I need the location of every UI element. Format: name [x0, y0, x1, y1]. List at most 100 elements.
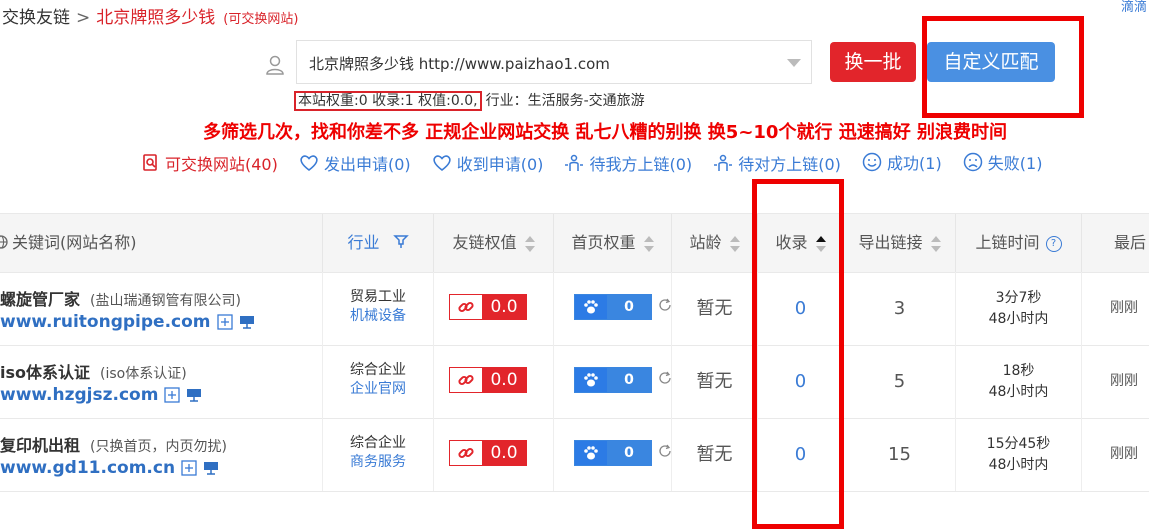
plus-square-icon[interactable] — [164, 387, 181, 403]
link-time-cell: 18秒 48小时内 — [956, 345, 1082, 418]
home-weight-badge: 0 — [574, 440, 652, 466]
home-weight-badge: 0 — [574, 367, 652, 393]
link-time-elapsed: 15分45秒 — [986, 436, 1051, 452]
industry-secondary[interactable]: 企业官网 — [323, 380, 433, 399]
sort-icon — [930, 235, 941, 252]
industry-primary: 综合企业 — [350, 435, 406, 451]
plus-square-icon[interactable] — [216, 314, 233, 330]
monitor-icon[interactable] — [239, 315, 255, 329]
tab-sent[interactable]: 发出申请(0) — [299, 151, 411, 175]
header-link-weight[interactable]: 友链权值 — [434, 214, 554, 272]
slogan-annotation: 多筛选几次，找和你差不多 正规企业网站交换 乱七八糟的别换 换5~10个就行 迅… — [203, 122, 1007, 143]
header-label: 行业 — [347, 233, 380, 252]
home-weight-cell: 0 — [554, 418, 672, 491]
monitor-icon[interactable] — [203, 461, 219, 475]
monitor-icon[interactable] — [186, 388, 202, 402]
last-cell: 刚刚 — [1110, 446, 1138, 462]
header-label: 站龄 — [689, 233, 722, 252]
tab-success[interactable]: 成功(1) — [862, 150, 942, 174]
header-age[interactable]: 站龄 — [672, 214, 758, 272]
industry-secondary[interactable]: 商务服务 — [323, 453, 433, 472]
home-weight-cell: 0 — [554, 272, 672, 345]
site-name[interactable]: 复印机出租 (只换首页，内页勿扰) — [0, 432, 227, 456]
header-outlinks[interactable]: 导出链接 — [844, 214, 956, 272]
link-weight-cell: 0.0 — [434, 272, 554, 345]
tab-exchangeable[interactable]: 可交换网站(40) — [142, 151, 278, 175]
filter-pin-icon — [392, 215, 409, 273]
link-time-cell: 3分7秒 48小时内 — [956, 272, 1082, 345]
site-subtitle: (盐山瑞通钢管有限公司) — [90, 293, 241, 309]
top-right-link[interactable]: 滴滴 — [1121, 0, 1147, 15]
home-weight-cell: 0 — [554, 345, 672, 418]
link-time-elapsed: 3分7秒 — [995, 290, 1042, 306]
site-url-text: www.ruitongpipe.com — [0, 312, 211, 332]
link-weight-badge: 0.0 — [449, 367, 527, 393]
link-time-window: 48小时内 — [988, 384, 1049, 400]
tab-label: 待对方上链(0) — [738, 155, 841, 174]
site-url[interactable]: www.ruitongpipe.com — [0, 312, 255, 332]
outlinks-cell: 15 — [844, 418, 956, 491]
site-name[interactable]: 螺旋管厂家 (盐山瑞通钢管有限公司) — [0, 286, 241, 310]
tab-label: 收到申请(0) — [456, 155, 544, 174]
swap-batch-button[interactable]: 换一批 — [830, 42, 916, 82]
annotation-box-indexed-column — [752, 179, 844, 529]
link-icon — [450, 441, 482, 465]
link-weight-cell: 0.0 — [434, 345, 554, 418]
tab-label: 发出申请(0) — [323, 155, 411, 174]
link-weight-value: 0.0 — [482, 441, 526, 465]
tab-label: 成功(1) — [887, 154, 942, 173]
site-url-text: www.hzgjsz.com — [0, 385, 159, 405]
link-icon — [450, 368, 482, 392]
tab-pending-theirs[interactable]: 待对方上链(0) — [713, 151, 841, 175]
header-home-weight[interactable]: 首页权重 — [554, 214, 672, 272]
refresh-icon[interactable] — [658, 444, 672, 458]
site-url[interactable]: www.gd11.com.cn — [0, 458, 219, 478]
header-label: 最后 — [1114, 233, 1147, 252]
link-icon — [450, 295, 482, 319]
sort-icon — [524, 235, 535, 252]
globe-icon — [0, 215, 8, 273]
header-keyword: 关键词(网站名称) — [0, 214, 322, 272]
breadcrumb-root[interactable]: 交换友链 — [2, 8, 70, 28]
tab-pending-ours[interactable]: 待我方上链(0) — [564, 151, 692, 175]
breadcrumb-separator: > — [76, 8, 91, 28]
header-link-time[interactable]: 上链时间 ? — [956, 214, 1082, 272]
header-label: 导出链接 — [858, 233, 923, 252]
breadcrumb-note: (可交换网站) — [223, 12, 299, 27]
link-time-window: 48小时内 — [988, 311, 1049, 327]
outlinks-cell: 5 — [844, 345, 956, 418]
refresh-icon[interactable] — [658, 298, 672, 312]
keyword-cell: iso体系认证 (iso体系认证) www.hzgjsz.com — [0, 345, 322, 418]
home-weight-value: 0 — [607, 368, 651, 392]
refresh-icon[interactable] — [658, 371, 672, 385]
header-label: 友链权值 — [452, 233, 517, 252]
home-weight-value: 0 — [607, 441, 651, 465]
keyword-cell: 复印机出租 (只换首页，内页勿扰) www.gd11.com.cn — [0, 418, 322, 491]
smile-icon — [862, 152, 882, 172]
tab-label: 失败(1) — [987, 154, 1043, 173]
header-industry[interactable]: 行业 — [322, 214, 434, 272]
table-row: 螺旋管厂家 (盐山瑞通钢管有限公司) www.ruitongpipe.com 贸易… — [0, 272, 1149, 346]
site-select[interactable]: 北京牌照多少钱 http://www.paizhao1.com — [296, 40, 812, 84]
help-icon[interactable]: ? — [1045, 235, 1062, 252]
heart-send-icon — [300, 155, 318, 172]
person-wait-icon — [714, 154, 733, 171]
link-weight-cell: 0.0 — [434, 418, 554, 491]
last-cell: 刚刚 — [1110, 373, 1138, 389]
user-icon — [266, 55, 284, 75]
tab-failed[interactable]: 失败(1) — [963, 150, 1043, 174]
industry-secondary[interactable]: 机械设备 — [323, 307, 433, 326]
plus-square-icon[interactable] — [181, 460, 197, 476]
industry-cell: 综合企业 企业官网 — [322, 345, 434, 418]
home-weight-badge: 0 — [574, 294, 652, 320]
tab-received[interactable]: 收到申请(0) — [432, 151, 544, 175]
age-cell: 暂无 — [672, 418, 758, 491]
industry-cell: 贸易工业 机械设备 — [322, 272, 434, 345]
annotation-box-button — [922, 16, 1084, 118]
site-url[interactable]: www.hzgjsz.com — [0, 385, 202, 405]
breadcrumb: 交换友链 > 北京牌照多少钱 (可交换网站) — [2, 3, 298, 28]
site-name[interactable]: iso体系认证 (iso体系认证) — [0, 359, 187, 383]
site-stats-boxed: 本站权重:0 收录:1 权值:0.0, — [294, 91, 482, 111]
last-cell: 刚刚 — [1110, 300, 1138, 316]
site-url-text: www.gd11.com.cn — [0, 458, 176, 478]
